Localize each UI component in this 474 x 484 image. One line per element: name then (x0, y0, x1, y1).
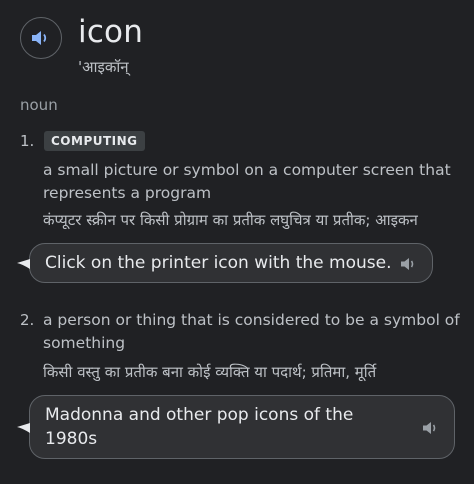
translation: कंप्यूटर स्क्रीन पर किसी प्रोग्राम का प्… (43, 211, 418, 229)
example-sentence[interactable]: Madonna and other pop icons of the 1980s (17, 395, 455, 459)
definition-line: a small picture or symbol on a computer … (43, 161, 451, 179)
example-line: Madonna and other pop icons of the (45, 405, 354, 425)
speaker-icon[interactable] (400, 256, 418, 272)
translation: किसी वस्तु का प्रतीक बना कोई व्यक्ति या … (43, 363, 377, 381)
headword: icon (78, 14, 144, 50)
example-sentence[interactable]: Click on the printer icon with the mouse… (17, 243, 433, 283)
definition: a person or thing that is considered to … (43, 309, 460, 355)
speaker-icon (32, 31, 47, 45)
part-of-speech: noun (20, 96, 58, 114)
speaker-icon[interactable] (422, 420, 440, 436)
pronunciation: 'आइकॉन् (78, 58, 129, 76)
example-text: Madonna and other pop icons of the 1980s (45, 403, 353, 451)
subject-label: COMPUTING (44, 131, 145, 151)
definition-line: something (43, 334, 126, 352)
sense-number: 2. (20, 311, 35, 329)
definition: a small picture or symbol on a computer … (43, 159, 451, 205)
sense-number: 1. (20, 132, 35, 150)
example-text: Click on the printer icon with the mouse… (45, 253, 392, 273)
definition-line: represents a program (43, 184, 212, 202)
definition-line: a person or thing that is considered to … (43, 311, 460, 329)
speech-tail-icon (17, 259, 30, 269)
example-line: 1980s (45, 429, 98, 449)
speech-tail-icon (17, 423, 30, 433)
pronounce-button[interactable] (20, 17, 62, 59)
